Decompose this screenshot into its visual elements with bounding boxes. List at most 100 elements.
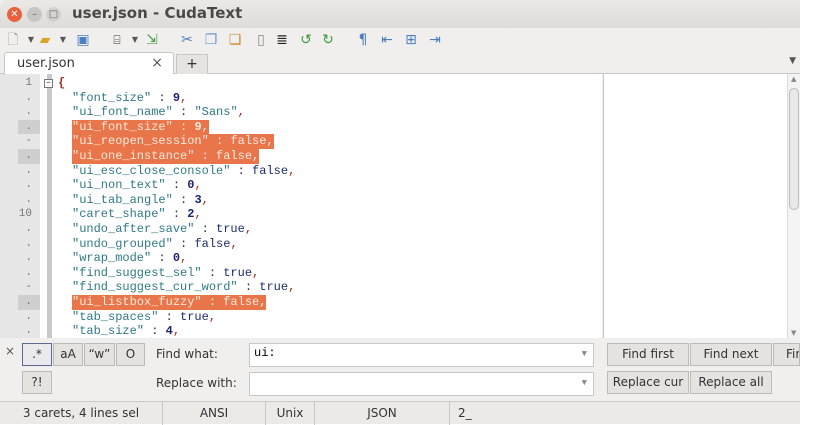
add-tab-button[interactable]: +	[176, 54, 208, 74]
minimap[interactable]	[603, 74, 787, 338]
comma: ,	[180, 251, 188, 266]
selected-code: "ui_one_instance" : false,	[72, 149, 260, 164]
minimize-button[interactable]: –	[27, 7, 42, 22]
code-line[interactable]: . "undo_grouped" : false,	[0, 237, 602, 252]
tab-bar: user.json × + ▼	[0, 50, 800, 75]
status-carets[interactable]: 3 carets, 4 lines sel	[0, 402, 163, 425]
cudatext-window: ✕ – □ user.json - CudaText 🗋 ▼ ▰ ▼ ▣ ⌸ ▼…	[0, 0, 800, 425]
undo-icon[interactable]: ↺	[297, 31, 315, 49]
regex-toggle[interactable]: .*	[22, 343, 52, 366]
status-lexer[interactable]: JSON	[315, 402, 450, 425]
redo-icon[interactable]: ↻	[319, 31, 337, 49]
colon: :	[230, 163, 253, 178]
status-encoding[interactable]: ANSI	[163, 402, 266, 425]
comma: ,	[201, 119, 209, 134]
find-next-button[interactable]: Find next	[690, 343, 772, 366]
code-text: "undo_after_save" : true,	[72, 222, 252, 237]
whole-words-toggle[interactable]: “w”	[84, 343, 115, 366]
json-value: true	[259, 280, 289, 295]
copy-icon[interactable]: ❐	[202, 31, 220, 49]
close-tab-icon[interactable]: ×	[151, 55, 163, 71]
json-value: true	[223, 265, 253, 280]
line-number: -	[25, 135, 32, 148]
goto-icon[interactable]: ⇲	[143, 31, 161, 49]
fold-collapse-icon[interactable]: −	[44, 79, 53, 88]
close-window-button[interactable]: ✕	[7, 7, 22, 22]
colon: :	[201, 295, 224, 309]
chevron-down-icon[interactable]: ▼	[126, 31, 144, 49]
colon: :	[208, 134, 231, 149]
replace-input[interactable]: ▼	[249, 372, 594, 396]
code-line[interactable]: . "tab_size" : 4,	[0, 324, 602, 338]
chevron-down-icon[interactable]: ▼	[54, 31, 72, 49]
new-file-icon[interactable]: 🗋	[4, 31, 22, 49]
comma: ,	[259, 295, 267, 309]
json-key: "find_suggest_cur_word"	[72, 280, 238, 295]
find-input[interactable]: ui: ▼	[249, 343, 594, 367]
json-key: "ui_tab_angle"	[72, 192, 173, 207]
code-line[interactable]: . "ui_one_instance" : false,	[0, 149, 602, 164]
close-findbar-icon[interactable]: ×	[5, 344, 15, 358]
json-key: "undo_grouped"	[72, 236, 173, 251]
tab-user-json[interactable]: user.json ×	[4, 52, 174, 75]
json-value: 4	[165, 324, 173, 338]
code-text: "tab_size" : 4,	[72, 324, 180, 338]
colon: :	[201, 265, 224, 280]
open-file-icon[interactable]: ▰	[36, 31, 54, 49]
code-line[interactable]: . "tab_spaces" : true,	[0, 310, 602, 325]
status-tab-size[interactable]: 2_	[450, 402, 800, 425]
indent-center-icon[interactable]: ⊞	[402, 31, 420, 49]
code-line[interactable]: . "wrap_mode" : 0,	[0, 251, 602, 266]
maximize-button[interactable]: □	[46, 7, 61, 22]
paste-icon[interactable]: ❏	[226, 31, 244, 49]
editor[interactable]: 1 −{. "font_size" : 9,. "ui_font_name" : "S…	[0, 74, 602, 338]
code-line[interactable]: . "ui_non_text" : 0,	[0, 178, 602, 193]
json-key: "font_size"	[72, 90, 152, 105]
replace-all-button[interactable]: Replace all	[690, 371, 772, 394]
code-line[interactable]: - "ui_reopen_session" : false,	[0, 134, 602, 149]
code-line[interactable]: . "ui_font_name" : "Sans",	[0, 105, 602, 120]
find-prev-button[interactable]: Fir	[773, 343, 800, 366]
case-toggle[interactable]: aA	[53, 343, 83, 366]
scroll-up-icon[interactable]: ▲	[791, 75, 796, 83]
unprinted-chars-icon[interactable]: ¶	[354, 31, 372, 49]
json-key: "tab_spaces"	[72, 309, 159, 324]
cut-icon[interactable]: ✂	[178, 31, 196, 49]
chevron-down-icon[interactable]: ▼	[582, 349, 587, 359]
code-text: "find_suggest_cur_word" : true,	[72, 280, 295, 295]
open-brace: {	[58, 76, 66, 90]
replace-cur-button[interactable]: Replace cur	[607, 371, 689, 394]
code-line[interactable]: . "ui_tab_angle" : 3,	[0, 193, 602, 208]
json-value: false	[216, 149, 253, 163]
code-line[interactable]: . "undo_after_save" : true,	[0, 222, 602, 237]
find-icon[interactable]: ⌸	[108, 31, 126, 49]
code-text: "caret_shape" : 2,	[72, 207, 202, 222]
unindent-icon[interactable]: ⇤	[378, 31, 396, 49]
save-icon[interactable]: ▣	[74, 31, 92, 49]
line-number: .	[25, 223, 32, 235]
code-line[interactable]: . "find_suggest_sel" : true,	[0, 266, 602, 281]
option-o-toggle[interactable]: O	[116, 343, 145, 366]
vertical-scrollbar[interactable]: ▲ ▼	[787, 74, 800, 338]
select-all-icon[interactable]: ≣	[273, 31, 291, 49]
code-line[interactable]: . "ui_font_size" : 9,	[0, 119, 602, 135]
delete-icon[interactable]: ▯	[252, 31, 270, 49]
status-line-ends[interactable]: Unix	[266, 402, 315, 425]
json-key: "ui_one_instance"	[72, 149, 195, 163]
find-first-button[interactable]: Find first	[607, 343, 689, 366]
code-text: "wrap_mode" : 0,	[72, 251, 187, 266]
chevron-down-icon[interactable]: ▼	[582, 378, 587, 388]
indent-icon[interactable]: ⇥	[426, 31, 444, 49]
scroll-down-icon[interactable]: ▼	[791, 329, 796, 337]
code-line[interactable]: 1 −{	[0, 76, 602, 91]
code-line[interactable]: . "ui_esc_close_console" : false,	[0, 164, 602, 179]
code-line[interactable]: . "ui_listbox_fuzzy" : false,	[0, 295, 602, 310]
confirm-replace-toggle[interactable]: ?!	[22, 371, 52, 394]
scrollbar-thumb[interactable]	[789, 88, 799, 210]
colon: :	[151, 90, 173, 105]
code-line[interactable]: . "font_size" : 9,	[0, 91, 602, 106]
code-line[interactable]: 10 "caret_shape" : 2,	[0, 207, 602, 222]
tab-menu-chevron-icon[interactable]: ▼	[789, 56, 796, 66]
code-line[interactable]: - "find_suggest_cur_word" : true,	[0, 280, 602, 295]
json-key: "ui_esc_close_console"	[72, 163, 231, 178]
